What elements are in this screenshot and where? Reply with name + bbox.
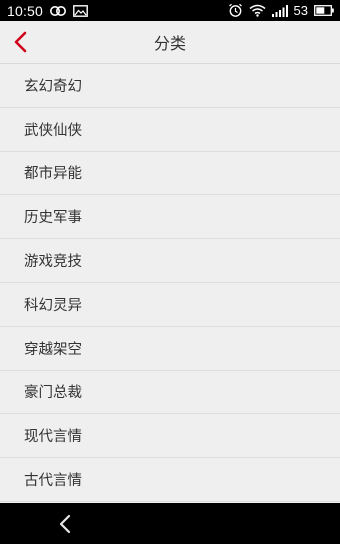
- list-item[interactable]: 豪门总裁: [0, 370, 340, 415]
- list-item[interactable]: 穿越架空: [0, 326, 340, 371]
- list-item[interactable]: 现代言情: [0, 414, 340, 459]
- signal-icon: [271, 4, 288, 17]
- image-icon: [73, 4, 88, 17]
- nav-back-icon: [59, 514, 71, 534]
- category-label: 现代言情: [24, 429, 82, 446]
- list-item[interactable]: 历史军事: [0, 195, 340, 240]
- navigation-bar: [0, 503, 340, 544]
- category-label: 穿越架空: [24, 341, 82, 358]
- link-icon: [49, 5, 67, 17]
- nav-back-button[interactable]: [52, 511, 78, 537]
- battery-icon: [314, 5, 334, 16]
- list-item[interactable]: 科幻灵异: [0, 282, 340, 327]
- status-right: 53: [228, 3, 334, 18]
- battery-level: 53: [293, 3, 308, 18]
- wifi-icon: [249, 4, 266, 17]
- category-label: 豪门总裁: [24, 385, 82, 402]
- category-label: 武侠仙侠: [24, 122, 82, 139]
- back-button[interactable]: [6, 27, 36, 57]
- status-time: 10:50: [7, 2, 44, 19]
- category-label: 古代言情: [24, 473, 82, 490]
- category-label: 历史军事: [24, 210, 82, 227]
- category-label: 玄幻奇幻: [24, 78, 82, 95]
- list-item[interactable]: 玄幻奇幻: [0, 64, 340, 108]
- list-item[interactable]: 古代言情: [0, 458, 340, 502]
- status-bar: 10:50 53: [0, 0, 340, 21]
- category-list: 玄幻奇幻 武侠仙侠 都市异能 历史军事 游戏竞技 科幻灵异 穿越架空 豪门总裁 …: [0, 64, 340, 502]
- status-left: 10:50: [7, 3, 88, 19]
- category-label: 都市异能: [24, 166, 82, 183]
- header: 分类: [0, 21, 340, 64]
- page-title: 分类: [153, 34, 186, 53]
- category-label: 游戏竞技: [24, 254, 82, 271]
- list-item[interactable]: 武侠仙侠: [0, 107, 340, 152]
- alarm-icon: [228, 3, 243, 18]
- list-item[interactable]: 都市异能: [0, 151, 340, 196]
- category-label: 科幻灵异: [24, 297, 82, 314]
- list-item[interactable]: 游戏竞技: [0, 239, 340, 283]
- chevron-left-icon: [13, 31, 29, 53]
